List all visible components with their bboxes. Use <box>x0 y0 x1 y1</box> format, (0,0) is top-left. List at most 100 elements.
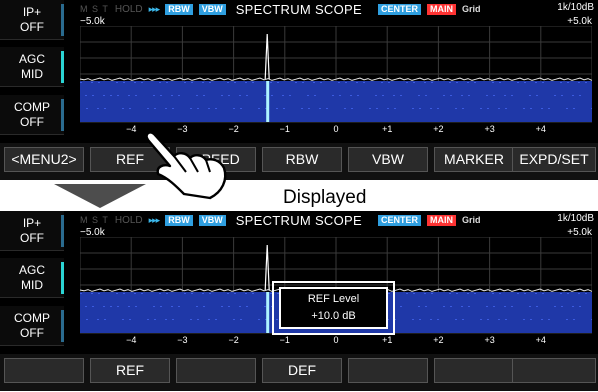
ref-button[interactable]: REF <box>90 358 170 383</box>
waterfall-speckle <box>480 108 482 109</box>
waterfall-speckle <box>486 95 488 96</box>
waterfall-speckle <box>103 306 105 307</box>
waterfall-speckle <box>159 293 161 294</box>
waterfall-speckle <box>499 82 501 83</box>
waterfall-speckle <box>455 319 457 320</box>
waterfall-speckle <box>134 293 136 294</box>
waterfall-speckle <box>504 95 506 96</box>
blank-key[interactable] <box>348 358 428 383</box>
frequency-tick-label: −4 <box>126 335 136 345</box>
frequency-tick-label: +3 <box>484 335 494 345</box>
waterfall-speckle <box>535 82 537 83</box>
frequency-tick-label: −2 <box>228 335 238 345</box>
blank-key[interactable] <box>4 358 84 383</box>
waterfall-speckle <box>228 306 230 307</box>
waterfall-speckle <box>172 319 174 320</box>
blank-key[interactable] <box>176 358 256 383</box>
waterfall-speckle <box>239 95 241 96</box>
side-key-value: OFF <box>20 20 44 34</box>
rbw-button[interactable]: RBW <box>262 147 342 172</box>
waterfall-speckle <box>541 108 543 109</box>
signal-waterfall-trace <box>266 81 270 122</box>
waterfall-speckle <box>209 82 211 83</box>
waterfall-speckle <box>203 95 205 96</box>
waterfall-speckle <box>338 82 340 83</box>
waterfall-speckle <box>85 306 87 307</box>
waterfall-speckle <box>135 306 137 307</box>
waterfall-speckle <box>443 306 445 307</box>
side-key-ip-plus[interactable]: IP+ OFF <box>0 0 64 40</box>
waterfall-speckle <box>492 293 494 294</box>
scope-title: SPECTRUM SCOPE <box>235 1 362 17</box>
waterfall-speckle <box>443 95 445 96</box>
waterfall-speckle <box>505 319 507 320</box>
waterfall-speckle <box>487 108 489 109</box>
waterfall-speckle <box>282 95 284 96</box>
waterfall-speckle <box>461 306 463 307</box>
side-key-value: MID <box>21 278 43 292</box>
frequency-tick-label: −1 <box>280 335 290 345</box>
menu2-button[interactable]: <MENU2> <box>4 147 84 172</box>
waterfall-speckle <box>462 108 464 109</box>
scope-header: M S T HOLD ▸▸▸ RBW VBW SPECTRUM SCOPE CE… <box>80 212 481 228</box>
waterfall-speckle <box>437 108 439 109</box>
waterfall-speckle <box>524 293 526 294</box>
waterfall-speckle <box>393 95 395 96</box>
function-key-bar: REF DEF <box>0 354 598 391</box>
side-key-comp[interactable]: COMP OFF <box>0 95 64 135</box>
side-key-agc[interactable]: AGC MID <box>0 47 64 87</box>
speed-arrows-icon: ▸▸▸ <box>148 214 161 225</box>
waterfall-speckle <box>326 108 328 109</box>
side-key-label: IP+ <box>22 216 42 230</box>
waterfall-speckle <box>128 95 130 96</box>
scope-screen-before: IP+ OFF AGC MID COMP OFF M S T HOLD ▸▸▸ … <box>0 0 598 180</box>
def-button[interactable]: DEF <box>262 358 342 383</box>
waterfall-speckle <box>92 95 94 96</box>
waterfall-speckle <box>363 82 365 83</box>
expd-set-button[interactable]: EXPD/SET <box>512 147 596 172</box>
waterfall-speckle <box>208 108 210 109</box>
vbw-button[interactable]: VBW <box>348 147 428 172</box>
waterfall-speckle <box>406 82 408 83</box>
waterfall-speckle <box>437 319 439 320</box>
waterfall-speckle <box>234 293 236 294</box>
waterfall-speckle <box>431 293 433 294</box>
side-key-indicator <box>61 215 64 247</box>
waterfall-speckle <box>98 82 100 83</box>
waterfall-speckle <box>332 95 334 96</box>
side-key-indicator <box>61 51 64 83</box>
side-key-agc[interactable]: AGC MID <box>0 258 64 298</box>
blank-key[interactable] <box>434 358 514 383</box>
waterfall-speckle <box>215 319 217 320</box>
side-key-label: IP+ <box>22 5 42 19</box>
frequency-tick-label: +4 <box>536 335 546 345</box>
waterfall-speckle <box>412 108 414 109</box>
waterfall-speckle <box>221 306 223 307</box>
side-key-value: OFF <box>20 231 44 245</box>
waterfall-speckle <box>172 108 174 109</box>
waterfall-speckle <box>123 293 125 294</box>
waterfall-speckle <box>184 82 186 83</box>
frequency-tick-label: +2 <box>433 124 443 134</box>
speed-arrows-icon: ▸▸▸ <box>148 3 161 14</box>
waterfall-speckle <box>517 82 519 83</box>
waterfall-speckle <box>233 108 235 109</box>
scope-title: SPECTRUM SCOPE <box>235 212 362 228</box>
waterfall-speckle <box>202 82 204 83</box>
signal-peak <box>264 244 270 291</box>
side-key-comp[interactable]: COMP OFF <box>0 306 64 346</box>
waterfall-speckle <box>154 108 156 109</box>
side-key-ip-plus[interactable]: IP+ OFF <box>0 211 64 251</box>
marker-button[interactable]: MARKER <box>434 147 514 172</box>
waterfall-speckle <box>197 319 199 320</box>
side-key-value: OFF <box>20 115 44 129</box>
waterfall-speckle <box>548 319 550 320</box>
grid-label: Grid <box>462 4 481 14</box>
side-key-label: AGC <box>18 52 45 66</box>
blank-key[interactable] <box>512 358 596 383</box>
frequency-tick-label: +2 <box>433 335 443 345</box>
waterfall-speckle <box>450 95 452 96</box>
down-arrow-icon <box>54 184 146 208</box>
center-badge: CENTER <box>377 3 421 15</box>
waterfall-speckle <box>289 95 291 96</box>
